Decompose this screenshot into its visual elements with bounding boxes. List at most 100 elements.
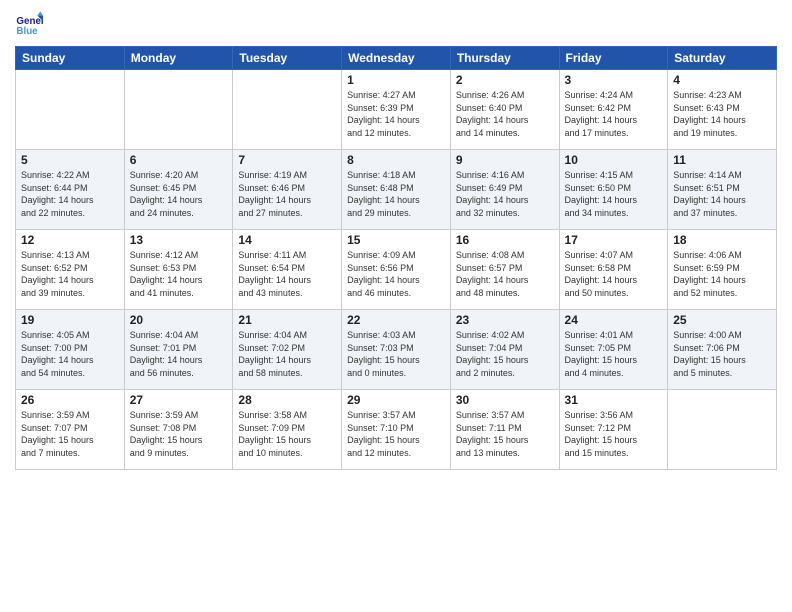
day-info: Sunrise: 4:16 AM Sunset: 6:49 PM Dayligh…	[456, 169, 554, 219]
day-cell: 9 Sunrise: 4:16 AM Sunset: 6:49 PM Daylig…	[450, 150, 559, 230]
day-info: Sunrise: 4:04 AM Sunset: 7:01 PM Dayligh…	[130, 329, 228, 379]
day-cell: 29 Sunrise: 3:57 AM Sunset: 7:10 PM Dayli…	[342, 390, 451, 470]
header: General Blue	[15, 10, 777, 38]
day-cell: 28Sunrise: 3:58 AM Sunset: 7:09 PM Dayli…	[233, 390, 342, 470]
day-info: Sunrise: 4:14 AM Sunset: 6:51 PM Dayligh…	[673, 169, 771, 219]
day-info: Sunrise: 4:12 AM Sunset: 6:53 PM Dayligh…	[130, 249, 228, 299]
day-info: Sunrise: 4:20 AM Sunset: 6:45 PM Dayligh…	[130, 169, 228, 219]
day-cell	[668, 390, 777, 470]
day-number: 23	[456, 313, 554, 327]
day-number: 27	[130, 393, 228, 407]
day-cell: 5Sunrise: 4:22 AM Sunset: 6:44 PM Daylig…	[16, 150, 125, 230]
day-info: Sunrise: 3:56 AM Sunset: 7:12 PM Dayligh…	[565, 409, 663, 459]
day-cell: 16 Sunrise: 4:08 AM Sunset: 6:57 PM Dayli…	[450, 230, 559, 310]
day-number: 19	[21, 313, 119, 327]
day-info: Sunrise: 4:09 AM Sunset: 6:56 PM Dayligh…	[347, 249, 445, 299]
day-number: 2	[456, 73, 554, 87]
col-header-wednesday: Wednesday	[342, 47, 451, 70]
week-row-1: 5Sunrise: 4:22 AM Sunset: 6:44 PM Daylig…	[16, 150, 777, 230]
day-info: Sunrise: 3:57 AM Sunset: 7:10 PM Dayligh…	[347, 409, 445, 459]
col-header-friday: Friday	[559, 47, 668, 70]
day-info: Sunrise: 4:13 AM Sunset: 6:52 PM Dayligh…	[21, 249, 119, 299]
day-cell: 15 Sunrise: 4:09 AM Sunset: 6:56 PM Dayli…	[342, 230, 451, 310]
svg-text:Blue: Blue	[16, 26, 38, 37]
day-cell: 17Sunrise: 4:07 AM Sunset: 6:58 PM Dayli…	[559, 230, 668, 310]
week-row-3: 19 Sunrise: 4:05 AM Sunset: 7:00 PM Dayli…	[16, 310, 777, 390]
day-cell: 8Sunrise: 4:18 AM Sunset: 6:48 PM Daylig…	[342, 150, 451, 230]
day-number: 6	[130, 153, 228, 167]
day-cell: 2 Sunrise: 4:26 AM Sunset: 6:40 PM Daylig…	[450, 70, 559, 150]
day-info: Sunrise: 4:23 AM Sunset: 6:43 PM Dayligh…	[673, 89, 771, 139]
day-info: Sunrise: 4:11 AM Sunset: 6:54 PM Dayligh…	[238, 249, 336, 299]
day-number: 29	[347, 393, 445, 407]
day-cell: 21Sunrise: 4:04 AM Sunset: 7:02 PM Dayli…	[233, 310, 342, 390]
day-info: Sunrise: 4:24 AM Sunset: 6:42 PM Dayligh…	[565, 89, 663, 139]
col-header-saturday: Saturday	[668, 47, 777, 70]
day-number: 12	[21, 233, 119, 247]
day-info: Sunrise: 4:01 AM Sunset: 7:05 PM Dayligh…	[565, 329, 663, 379]
day-number: 30	[456, 393, 554, 407]
day-info: Sunrise: 4:19 AM Sunset: 6:46 PM Dayligh…	[238, 169, 336, 219]
day-info: Sunrise: 4:22 AM Sunset: 6:44 PM Dayligh…	[21, 169, 119, 219]
day-number: 11	[673, 153, 771, 167]
day-info: Sunrise: 4:08 AM Sunset: 6:57 PM Dayligh…	[456, 249, 554, 299]
day-number: 9	[456, 153, 554, 167]
day-cell: 20 Sunrise: 4:04 AM Sunset: 7:01 PM Dayli…	[124, 310, 233, 390]
day-info: Sunrise: 3:59 AM Sunset: 7:08 PM Dayligh…	[130, 409, 228, 459]
day-number: 10	[565, 153, 663, 167]
day-cell: 30 Sunrise: 3:57 AM Sunset: 7:11 PM Dayli…	[450, 390, 559, 470]
col-header-sunday: Sunday	[16, 47, 125, 70]
day-number: 13	[130, 233, 228, 247]
day-cell: 22Sunrise: 4:03 AM Sunset: 7:03 PM Dayli…	[342, 310, 451, 390]
day-cell: 7 Sunrise: 4:19 AM Sunset: 6:46 PM Daylig…	[233, 150, 342, 230]
week-row-2: 12 Sunrise: 4:13 AM Sunset: 6:52 PM Dayli…	[16, 230, 777, 310]
day-cell: 14 Sunrise: 4:11 AM Sunset: 6:54 PM Dayli…	[233, 230, 342, 310]
col-header-monday: Monday	[124, 47, 233, 70]
day-info: Sunrise: 4:27 AM Sunset: 6:39 PM Dayligh…	[347, 89, 445, 139]
day-number: 16	[456, 233, 554, 247]
day-info: Sunrise: 4:05 AM Sunset: 7:00 PM Dayligh…	[21, 329, 119, 379]
day-info: Sunrise: 4:07 AM Sunset: 6:58 PM Dayligh…	[565, 249, 663, 299]
day-number: 7	[238, 153, 336, 167]
page: General Blue SundayMondayTuesdayWednesda…	[0, 0, 792, 612]
day-cell: 18 Sunrise: 4:06 AM Sunset: 6:59 PM Dayli…	[668, 230, 777, 310]
day-number: 28	[238, 393, 336, 407]
week-row-0: 1Sunrise: 4:27 AM Sunset: 6:39 PM Daylig…	[16, 70, 777, 150]
day-info: Sunrise: 4:02 AM Sunset: 7:04 PM Dayligh…	[456, 329, 554, 379]
week-row-4: 26Sunrise: 3:59 AM Sunset: 7:07 PM Dayli…	[16, 390, 777, 470]
logo: General Blue	[15, 10, 47, 38]
day-cell: 1Sunrise: 4:27 AM Sunset: 6:39 PM Daylig…	[342, 70, 451, 150]
day-info: Sunrise: 4:26 AM Sunset: 6:40 PM Dayligh…	[456, 89, 554, 139]
day-number: 22	[347, 313, 445, 327]
day-number: 31	[565, 393, 663, 407]
col-header-tuesday: Tuesday	[233, 47, 342, 70]
day-cell: 13 Sunrise: 4:12 AM Sunset: 6:53 PM Dayli…	[124, 230, 233, 310]
day-cell: 10Sunrise: 4:15 AM Sunset: 6:50 PM Dayli…	[559, 150, 668, 230]
day-number: 8	[347, 153, 445, 167]
day-number: 26	[21, 393, 119, 407]
day-number: 20	[130, 313, 228, 327]
day-cell: 23 Sunrise: 4:02 AM Sunset: 7:04 PM Dayli…	[450, 310, 559, 390]
header-row: SundayMondayTuesdayWednesdayThursdayFrid…	[16, 47, 777, 70]
day-cell	[16, 70, 125, 150]
day-number: 4	[673, 73, 771, 87]
logo-icon: General Blue	[15, 10, 43, 38]
day-info: Sunrise: 4:00 AM Sunset: 7:06 PM Dayligh…	[673, 329, 771, 379]
day-number: 14	[238, 233, 336, 247]
day-cell	[124, 70, 233, 150]
day-cell: 24Sunrise: 4:01 AM Sunset: 7:05 PM Dayli…	[559, 310, 668, 390]
day-info: Sunrise: 4:06 AM Sunset: 6:59 PM Dayligh…	[673, 249, 771, 299]
day-number: 21	[238, 313, 336, 327]
day-cell: 4 Sunrise: 4:23 AM Sunset: 6:43 PM Daylig…	[668, 70, 777, 150]
day-cell: 25Sunrise: 4:00 AM Sunset: 7:06 PM Dayli…	[668, 310, 777, 390]
day-cell: 19 Sunrise: 4:05 AM Sunset: 7:00 PM Dayli…	[16, 310, 125, 390]
day-cell: 12 Sunrise: 4:13 AM Sunset: 6:52 PM Dayli…	[16, 230, 125, 310]
col-header-thursday: Thursday	[450, 47, 559, 70]
day-cell: 6 Sunrise: 4:20 AM Sunset: 6:45 PM Daylig…	[124, 150, 233, 230]
day-cell	[233, 70, 342, 150]
day-number: 15	[347, 233, 445, 247]
day-info: Sunrise: 3:57 AM Sunset: 7:11 PM Dayligh…	[456, 409, 554, 459]
day-cell: 11 Sunrise: 4:14 AM Sunset: 6:51 PM Dayli…	[668, 150, 777, 230]
day-number: 18	[673, 233, 771, 247]
day-cell: 26Sunrise: 3:59 AM Sunset: 7:07 PM Dayli…	[16, 390, 125, 470]
